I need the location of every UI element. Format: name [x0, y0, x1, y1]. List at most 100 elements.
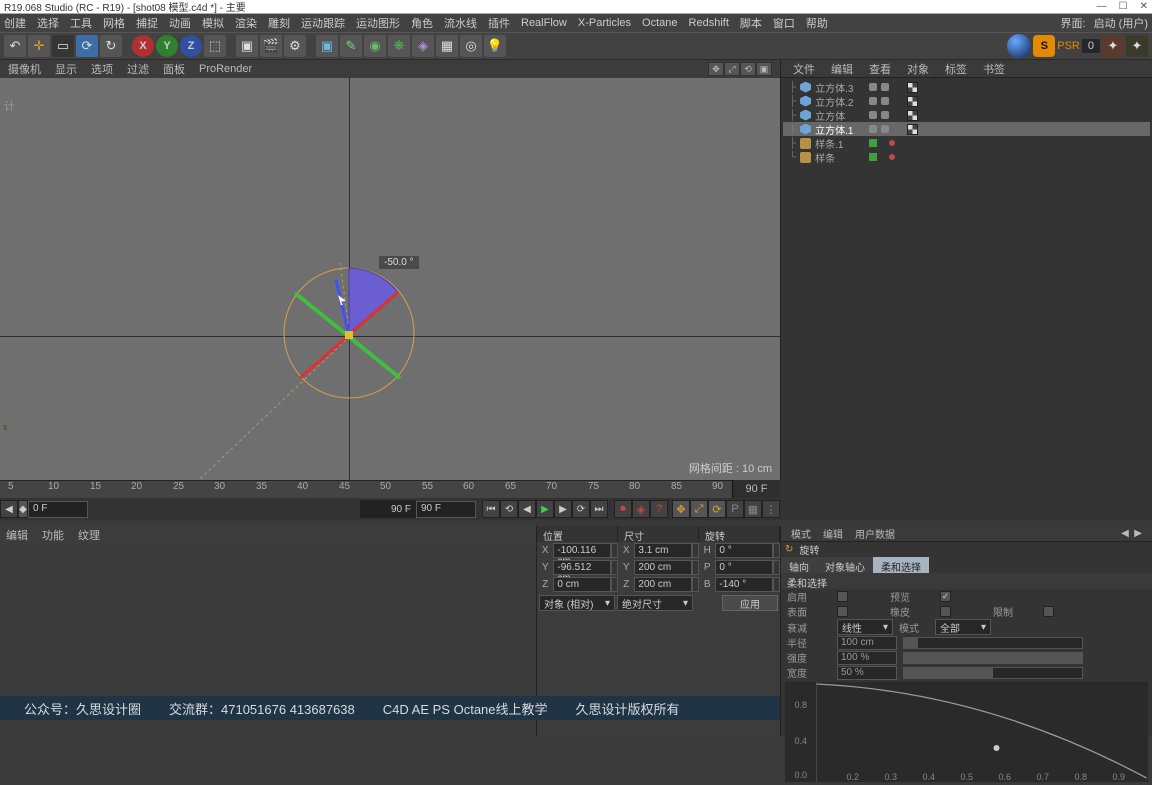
spinner[interactable]	[773, 577, 780, 592]
play-button[interactable]: ▶	[536, 500, 554, 518]
vp-orbit-icon[interactable]: ⟲	[740, 62, 756, 76]
loop-tool[interactable]: ↻	[100, 35, 122, 57]
rot-key-toggle[interactable]: ⟳	[708, 500, 726, 518]
nav-button[interactable]: ✦	[1102, 35, 1124, 57]
go-last-button[interactable]: ⏭	[590, 500, 608, 518]
om-tab[interactable]: 对象	[899, 59, 937, 79]
vp-zoom-icon[interactable]: ⤢	[724, 62, 740, 76]
axis-z-toggle[interactable]: Z	[180, 35, 202, 57]
menu-item[interactable]: RealFlow	[521, 17, 567, 29]
keyframe-button[interactable]: ?	[650, 500, 668, 518]
pos-key-toggle[interactable]: ✥	[672, 500, 690, 518]
rot-b-input[interactable]: -140 °	[715, 577, 772, 592]
deformer-button[interactable]: ◈	[412, 35, 434, 57]
apply-button[interactable]: 应用	[722, 595, 778, 611]
pla-key-toggle[interactable]: ▦	[744, 500, 762, 518]
menu-item[interactable]: 捕捉	[136, 15, 158, 31]
limit-checkbox[interactable]	[1043, 606, 1054, 617]
coord-sys-button[interactable]: ⬚	[204, 35, 226, 57]
undo-icon[interactable]: ↶	[4, 35, 26, 57]
menu-item[interactable]: 雕刻	[268, 15, 290, 31]
om-tab[interactable]: 编辑	[823, 59, 861, 79]
pos-y-input[interactable]: -96.512 cm	[553, 560, 610, 575]
end-frame-input[interactable]: 90 F	[416, 501, 476, 518]
attr-tab[interactable]: 模式	[791, 526, 811, 541]
rot-p-input[interactable]: 0 °	[715, 560, 772, 575]
range-slider[interactable]: ◆	[18, 500, 28, 518]
menu-item[interactable]: Octane	[642, 17, 677, 29]
history-nav[interactable]: ◀ ▶	[1121, 528, 1142, 539]
spinner[interactable]	[611, 560, 618, 575]
strength-input[interactable]: 100 %	[837, 651, 897, 665]
axis-x-toggle[interactable]: X	[132, 35, 154, 57]
size-z-input[interactable]: 200 cm	[634, 577, 691, 592]
strength-slider[interactable]	[903, 652, 1083, 664]
go-start-button[interactable]: ◀	[0, 500, 18, 518]
mat-tab[interactable]: 纹理	[78, 527, 100, 543]
radius-slider[interactable]	[903, 637, 1083, 649]
width-slider[interactable]	[903, 667, 1083, 679]
attr-mode-tab[interactable]: 对象轴心	[817, 557, 873, 573]
menu-item[interactable]: 帮助	[806, 15, 828, 31]
max-btn[interactable]: ☐	[1119, 1, 1128, 12]
om-tab[interactable]: 文件	[785, 59, 823, 79]
object-row[interactable]: ├立方体.2	[783, 94, 1150, 108]
viewport-canvas[interactable]: 计 x -50.0 ° 网格间距 : 10 cm	[0, 78, 780, 480]
generator-button[interactable]: ◉	[364, 35, 386, 57]
vp-menu-item[interactable]: ProRender	[199, 63, 252, 75]
scale-key-toggle[interactable]: ⤢	[690, 500, 708, 518]
attr-mode-tab-active[interactable]: 柔和选择	[873, 557, 929, 573]
prev-key-button[interactable]: ⟲	[500, 500, 518, 518]
texture-tag-icon[interactable]	[907, 82, 918, 93]
om-tab[interactable]: 标签	[937, 59, 975, 79]
menu-item[interactable]: X-Particles	[578, 17, 631, 29]
spinner[interactable]	[611, 543, 618, 558]
render-button[interactable]: 🎬	[260, 35, 282, 57]
attr-tab[interactable]: 编辑	[823, 526, 843, 541]
render-settings-button[interactable]: ⚙	[284, 35, 306, 57]
autokey-button[interactable]: ◈	[632, 500, 650, 518]
vp-max-icon[interactable]: ▣	[756, 62, 772, 76]
select-tool[interactable]: ▭	[52, 35, 74, 57]
light-button[interactable]: 💡	[484, 35, 506, 57]
spinner[interactable]	[773, 560, 780, 575]
vp-menu-item[interactable]: 面板	[163, 61, 185, 77]
falloff-select[interactable]: 线性	[837, 619, 893, 635]
spinner[interactable]	[773, 543, 780, 558]
coord-mode-select[interactable]: 对象 (相对)	[539, 595, 615, 611]
rubber-checkbox[interactable]	[940, 606, 951, 617]
menu-item[interactable]: 运动跟踪	[301, 15, 345, 31]
attr-mode-tab[interactable]: 轴向	[781, 557, 817, 573]
menu-item[interactable]: 模拟	[202, 15, 224, 31]
record-button[interactable]: ⏺	[614, 500, 632, 518]
surface-checkbox[interactable]	[837, 606, 848, 617]
object-row[interactable]: ├样条.1	[783, 136, 1150, 150]
opt-key-toggle[interactable]: ⋮	[762, 500, 780, 518]
rotate-tool[interactable]: ⟳	[76, 35, 98, 57]
snap-button[interactable]	[1007, 34, 1031, 58]
vp-menu-item[interactable]: 过滤	[127, 61, 149, 77]
go-first-button[interactable]: ⏮	[482, 500, 500, 518]
pos-x-input[interactable]: -100.116 cm	[553, 543, 610, 558]
object-row[interactable]: └样条	[783, 150, 1150, 164]
size-y-input[interactable]: 200 cm	[634, 560, 691, 575]
spinner[interactable]	[692, 543, 699, 558]
spinner[interactable]	[692, 577, 699, 592]
falloff-curve[interactable]: 0.8 0.4 0.0 0.2 0.3 0.4 0.5 0.6 0.7 0.8 …	[785, 682, 1148, 782]
menu-item[interactable]: 选择	[37, 15, 59, 31]
om-tab[interactable]: 书签	[975, 59, 1013, 79]
nav-button-2[interactable]: ✦	[1126, 35, 1148, 57]
layout-select[interactable]: 启动 (用户)	[1094, 15, 1148, 31]
texture-tag-icon[interactable]	[907, 110, 918, 121]
vp-pan-icon[interactable]: ✥	[708, 62, 724, 76]
vp-menu-item[interactable]: 选项	[91, 61, 113, 77]
next-key-button[interactable]: ⟳	[572, 500, 590, 518]
spline-button[interactable]: ✎	[340, 35, 362, 57]
psr-value[interactable]: 0	[1082, 39, 1100, 53]
enable-checkbox[interactable]	[837, 591, 848, 602]
cube-primitive-button[interactable]: ▣	[316, 35, 338, 57]
menu-item[interactable]: 渲染	[235, 15, 257, 31]
object-row[interactable]: ├立方体	[783, 108, 1150, 122]
param-key-toggle[interactable]: P	[726, 500, 744, 518]
object-row[interactable]: ├立方体.3	[783, 80, 1150, 94]
